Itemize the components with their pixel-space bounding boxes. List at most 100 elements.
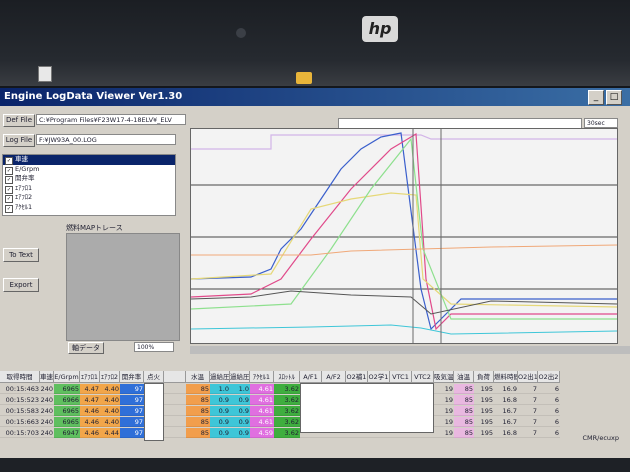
table-cell — [164, 406, 186, 416]
table-cell: 7 — [518, 384, 538, 394]
zoom-select[interactable]: 100% — [134, 342, 174, 352]
desktop-file-icon[interactable] — [38, 66, 52, 82]
channel-item[interactable]: ✓ ｴｱﾌﾛ2 — [3, 193, 175, 204]
table-cell: 16.7 — [494, 417, 518, 427]
table-cell: 6 — [538, 417, 560, 427]
table-cell: 6 — [538, 395, 560, 405]
table-cell: 7 — [518, 395, 538, 405]
webcam — [236, 28, 246, 38]
table-cell: 6947 — [54, 428, 80, 438]
table-header: ｽﾛｯﾄﾙ — [274, 371, 300, 383]
table-cell: 240 — [40, 407, 54, 416]
table-cell: 3.62 — [274, 428, 300, 438]
log-graph[interactable] — [190, 128, 618, 344]
channel-list[interactable]: ✓ 車速 ✓ E/Grpm ✓ 開弁率 ✓ ｴｱﾌﾛ1 ✓ ｴｱﾌﾛ2 ✓ ｱｸｾﾙ1 — [2, 154, 176, 216]
series-line — [191, 132, 617, 331]
time-span-select[interactable]: 30sec — [584, 118, 618, 128]
table-cell: 00:15:463 — [0, 384, 40, 394]
log-file-button[interactable]: Log File — [3, 134, 35, 147]
window-title: Engine LogData Viewer Ver1.30 — [4, 91, 183, 102]
table-cell: 85 — [454, 395, 474, 405]
table-cell: 00:15:523 — [0, 395, 40, 405]
table-cell: 4.40 — [100, 406, 120, 416]
table-header: VTC1 — [390, 371, 412, 383]
table-cell: 97 — [120, 384, 144, 394]
table-cell: 0.9 — [210, 428, 230, 438]
table-cell: 0.9 — [210, 395, 230, 405]
table-header: 取得時間 — [0, 371, 40, 383]
def-file-path-field[interactable]: C:¥Program Files¥F23W17-4-18ELV¥_ELV — [36, 114, 186, 125]
table-cell: 240 — [40, 418, 54, 427]
map-data-button[interactable]: 軸データ — [68, 342, 104, 354]
table-header: 過給圧 — [230, 371, 250, 383]
table-cell: 85 — [186, 384, 210, 394]
desktop-folder-icon[interactable] — [296, 72, 312, 84]
def-file-button[interactable]: Def File — [3, 114, 35, 127]
table-header: ｴｱﾌﾛ1 — [80, 371, 100, 383]
table-cell: 7 — [518, 428, 538, 438]
channel-item[interactable]: ✓ 車速 — [3, 155, 175, 165]
table-cell: 0.9 — [230, 395, 250, 405]
app-window: Engine LogData Viewer Ver1.30 _ □ Def Fi… — [0, 88, 630, 458]
table-cell: 6 — [538, 428, 560, 438]
series-line — [191, 192, 617, 308]
table-cell: 240 — [40, 396, 54, 405]
table-cell: 3.62 — [274, 417, 300, 427]
channel-item[interactable]: ✓ ｱｸｾﾙ1 — [3, 203, 175, 213]
fuel-map-title: 燃料MAPトレース — [66, 224, 123, 232]
fuel-map-trace-area — [66, 233, 180, 341]
table-header: 車速 — [40, 371, 54, 383]
table-cell: 6965 — [54, 406, 80, 416]
table-cell: 3.62 — [274, 395, 300, 405]
table-header: ｴｱﾌﾛ2 — [100, 371, 120, 383]
channel-item[interactable]: ✓ 開弁率 — [3, 174, 175, 185]
table-cell: 0.9 — [230, 428, 250, 438]
footer-note: CMR/ecuxp — [582, 434, 619, 442]
table-cell — [164, 417, 186, 427]
log-file-path-field[interactable]: F:¥JW93A_00.LOG — [36, 134, 176, 145]
checkbox-icon[interactable]: ✓ — [5, 204, 13, 213]
table-cell: 6 — [538, 406, 560, 416]
table-cell: 85 — [454, 428, 474, 438]
channel-item[interactable]: ✓ E/Grpm — [3, 165, 175, 175]
table-cell: 97 — [120, 428, 144, 438]
table-cell: 85 — [186, 406, 210, 416]
table-cell: 3.62 — [274, 384, 300, 394]
graph-horizontal-scrollbar[interactable] — [190, 346, 630, 354]
minimize-button[interactable]: _ — [588, 90, 604, 105]
ignition-empty-box — [144, 383, 164, 441]
table-cell: 85 — [186, 395, 210, 405]
table-header: 吸気温 — [434, 371, 454, 383]
table-cell: 6 — [538, 384, 560, 394]
af-vtc-empty-box — [300, 383, 434, 433]
table-cell: 19 — [434, 384, 454, 394]
table-cell: 1.0 — [210, 384, 230, 394]
table-header: VTC2 — [412, 371, 434, 383]
table-header: 点火 — [144, 371, 164, 383]
table-header: O2出1 — [518, 371, 538, 383]
table-cell: 85 — [454, 406, 474, 416]
table-cell: 19 — [434, 428, 454, 438]
export-button[interactable]: Export — [3, 278, 39, 292]
checkbox-icon[interactable]: ✓ — [5, 176, 13, 185]
channel-item[interactable]: ✓ ｴｱﾌﾛ1 — [3, 184, 175, 194]
table-cell: 4.47 — [80, 384, 100, 394]
table-cell — [164, 395, 186, 405]
to-text-button[interactable]: To Text — [3, 248, 39, 262]
table-header: E/Grpm — [54, 371, 80, 383]
table-header — [164, 371, 186, 383]
table-cell: 16.7 — [494, 406, 518, 416]
table-cell: 195 — [474, 417, 494, 427]
table-cell: 85 — [186, 417, 210, 427]
table-cell: 4.61 — [250, 384, 274, 394]
table-header: O2出2 — [538, 371, 560, 383]
table-cell: 0.9 — [230, 417, 250, 427]
checkbox-icon[interactable]: ✓ — [5, 157, 13, 165]
table-cell: 195 — [474, 395, 494, 405]
series-line — [191, 244, 617, 256]
table-header: 開弁率 — [120, 371, 144, 383]
table-cell: 85 — [454, 417, 474, 427]
table-cell: 0.9 — [210, 406, 230, 416]
table-cell: 1.0 — [230, 384, 250, 394]
maximize-button[interactable]: □ — [606, 90, 622, 105]
